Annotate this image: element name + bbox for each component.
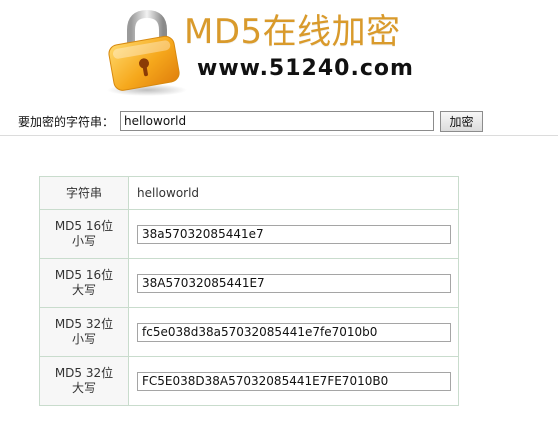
header: MD5在线加密 www.51240.com [0, 0, 558, 100]
results-table: 字符串 helloworld MD5 16位 小写 MD5 16位 大写 MD5… [39, 176, 459, 406]
encrypt-form: 要加密的字符串： 加密 [18, 110, 538, 132]
row-label: MD5 16位 小写 [39, 209, 129, 259]
md5-32-upper-field[interactable] [137, 371, 451, 391]
padlock-icon [103, 8, 189, 98]
row-label-line1: MD5 16位 [54, 219, 114, 233]
row-label-text: 字符串 [65, 185, 102, 200]
row-label-line1: MD5 32位 [54, 366, 114, 380]
value-cell [128, 209, 459, 259]
site-title: MD5在线加密 [184, 12, 401, 52]
row-label: MD5 32位 大写 [39, 356, 129, 406]
input-label: 要加密的字符串： [18, 114, 115, 129]
md5-16-upper-field[interactable] [137, 273, 451, 293]
row-label: MD5 16位 大写 [39, 258, 129, 308]
value-cell [128, 356, 459, 406]
md5-16-lower-field[interactable] [137, 224, 451, 244]
row-label-line2: 小写 [71, 332, 96, 346]
divider [0, 135, 558, 136]
row-label: 字符串 [39, 176, 129, 210]
string-input[interactable] [120, 111, 435, 131]
encrypt-button[interactable]: 加密 [440, 110, 484, 132]
row-label-line1: MD5 32位 [54, 317, 114, 331]
row-label-line2: 小写 [71, 234, 96, 248]
row-label: MD5 32位 小写 [39, 307, 129, 357]
value-cell [128, 258, 459, 308]
row-label-line2: 大写 [71, 283, 96, 297]
row-label-line1: MD5 16位 [54, 268, 114, 282]
table-row: 字符串 helloworld [39, 176, 459, 210]
table-row: MD5 32位 大写 [39, 356, 459, 406]
md5-32-lower-field[interactable] [137, 322, 451, 342]
value-cell [128, 307, 459, 357]
row-label-line2: 大写 [71, 381, 96, 395]
table-row: MD5 32位 小写 [39, 307, 459, 357]
original-string-value: helloworld [128, 176, 459, 210]
table-row: MD5 16位 小写 [39, 209, 459, 259]
site-url: www.51240.com [197, 56, 414, 81]
table-row: MD5 16位 大写 [39, 258, 459, 308]
